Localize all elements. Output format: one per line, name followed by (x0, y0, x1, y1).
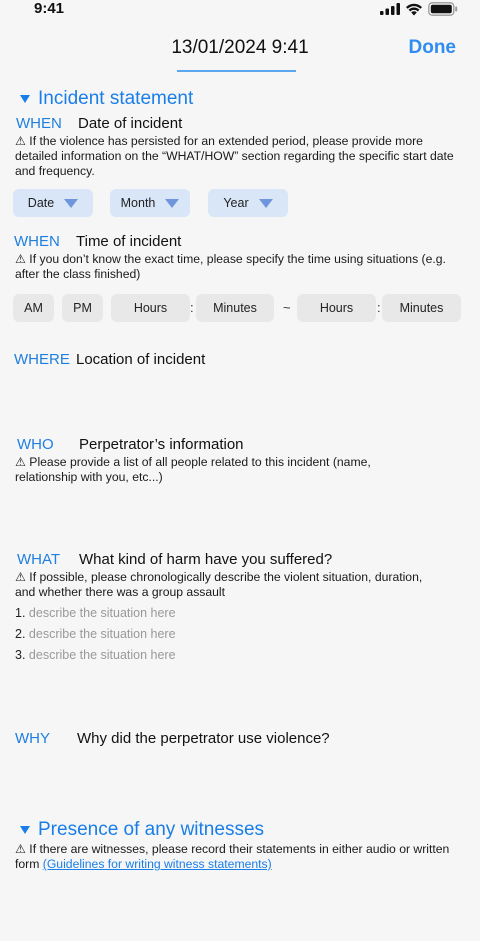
what-key: WHAT (17, 551, 61, 568)
list-item-placeholder: describe the situation here (28, 627, 176, 641)
witness-heading: Presence of any witnesses (38, 819, 265, 840)
where-question: Location of incident (76, 351, 206, 368)
date-dropdown-label: Date (27, 196, 55, 210)
who-answer-area[interactable] (14, 490, 466, 545)
date-dropdown[interactable]: Date (13, 189, 93, 217)
colon-separator: : (377, 300, 381, 315)
list-item-number: 1. (15, 606, 26, 620)
list-item[interactable]: 2. describe the situation here (15, 627, 176, 641)
am-button[interactable]: AM (13, 294, 54, 322)
status-time: 9:41 (34, 0, 65, 17)
witness-guidelines-link[interactable]: (Guidelines for writing witness statemen… (43, 857, 272, 871)
status-icons (380, 2, 458, 16)
signal-icon (380, 3, 400, 15)
battery-icon (428, 2, 458, 16)
month-dropdown[interactable]: Month (110, 189, 190, 217)
why-key: WHY (15, 730, 50, 747)
wifi-icon (406, 3, 422, 15)
month-dropdown-label: Month (120, 196, 156, 210)
time-note: ⚠ If you don’t know the exact time, plea… (15, 252, 446, 281)
pm-button[interactable]: PM (62, 294, 103, 322)
list-item-number: 2. (15, 627, 26, 641)
start-minutes-field[interactable]: Minutes (196, 294, 274, 322)
date-question: Date of incident (78, 115, 183, 132)
collapse-triangle-icon (20, 826, 30, 834)
who-note: ⚠ Please provide a list of all people re… (15, 455, 371, 484)
what-note: ⚠ If possible, please chronologically de… (15, 570, 423, 599)
colon-separator: : (190, 300, 194, 315)
where-key: WHERE (14, 351, 70, 368)
incident-statement-toggle[interactable]: Incident statement (20, 88, 193, 110)
what-question-row: WHAT What kind of harm have you suffered… (17, 551, 332, 568)
who-question-row: WHO Perpetrator’s information (17, 436, 244, 453)
why-answer-area[interactable] (14, 752, 466, 807)
who-question: Perpetrator’s information (79, 436, 244, 453)
why-question: Why did the perpetrator use violence? (77, 730, 330, 747)
end-minutes-field[interactable]: Minutes (382, 294, 461, 322)
list-item-number: 3. (15, 648, 26, 662)
when-date-key: WHEN (16, 115, 62, 132)
where-answer-area[interactable] (14, 372, 466, 426)
who-key: WHO (17, 436, 54, 453)
incident-statement-heading: Incident statement (38, 88, 194, 109)
chevron-down-icon (165, 198, 180, 208)
chevron-down-icon (258, 198, 273, 208)
time-question: Time of incident (76, 233, 182, 250)
end-hours-field[interactable]: Hours (297, 294, 376, 322)
date-question-row: WHEN Date of incident (16, 115, 182, 132)
what-question: What kind of harm have you suffered? (79, 551, 333, 568)
collapse-triangle-icon (20, 95, 30, 103)
list-item-placeholder: describe the situation here (28, 606, 176, 620)
witness-section-toggle[interactable]: Presence of any witnesses (20, 819, 264, 841)
done-button[interactable]: Done (409, 37, 457, 59)
list-item-placeholder: describe the situation here (28, 648, 176, 662)
when-time-key: WHEN (14, 233, 60, 250)
list-item[interactable]: 1. describe the situation here (15, 606, 176, 620)
time-question-row: WHEN Time of incident (14, 233, 181, 250)
where-question-row: WHERE Location of incident (14, 351, 205, 368)
list-item[interactable]: 3. describe the situation here (15, 648, 176, 662)
nav-divider (177, 70, 296, 72)
date-note: ⚠ If the violence has persisted for an e… (15, 134, 454, 178)
why-question-row: WHY Why did the perpetrator use violence… (15, 730, 330, 747)
chevron-down-icon (64, 198, 79, 208)
witness-note: ⚠ If there are witnesses, please record … (15, 842, 460, 872)
year-dropdown[interactable]: Year (208, 189, 288, 217)
start-hours-field[interactable]: Hours (111, 294, 190, 322)
year-dropdown-label: Year (223, 196, 249, 210)
range-separator: ~ (283, 300, 291, 315)
